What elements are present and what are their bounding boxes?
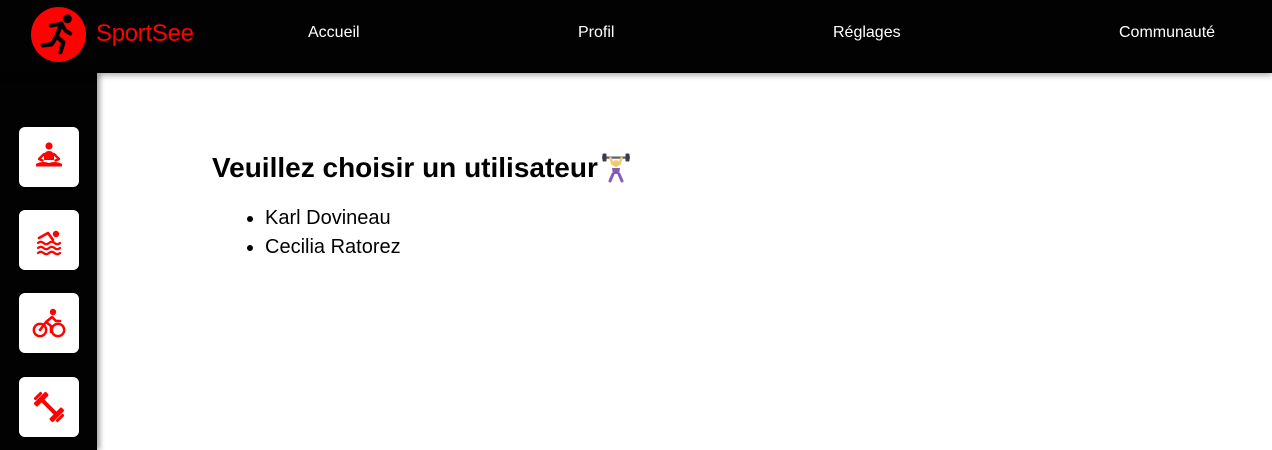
weightlifter-emoji-icon [601,153,630,183]
user-list: Karl Dovineau Cecilia Ratorez [212,204,401,262]
user-list-item-karl[interactable]: Karl Dovineau [265,204,401,233]
meditation-icon [36,142,62,167]
dumbbell-icon [33,391,65,423]
nav-link-reglages[interactable]: Réglages [833,22,901,44]
swimming-button[interactable] [19,210,79,270]
swimming-icon [36,230,62,256]
page-title: Veuillez choisir un utilisateur [212,152,631,184]
sportsee-logo[interactable]: SportSee [30,5,194,63]
cycling-icon [32,308,66,338]
nav-link-communaute[interactable]: Communauté [1119,22,1215,44]
main-content: Veuillez choisir un utilisateur Karl Dov… [97,73,1272,450]
meditation-button[interactable] [19,127,79,187]
nav-link-profil[interactable]: Profil [578,22,614,44]
nav-link-accueil[interactable]: Accueil [308,22,360,44]
weightlifting-button[interactable] [19,377,79,437]
cycling-button[interactable] [19,293,79,353]
logo-text: SportSee [96,20,194,47]
activity-sidebar [0,73,97,450]
runner-icon [30,6,87,62]
user-list-item-cecilia[interactable]: Cecilia Ratorez [265,233,401,262]
top-navigation-bar: SportSee Accueil Profil Réglages Communa… [0,0,1272,73]
page-title-text: Veuillez choisir un utilisateur [212,152,598,183]
